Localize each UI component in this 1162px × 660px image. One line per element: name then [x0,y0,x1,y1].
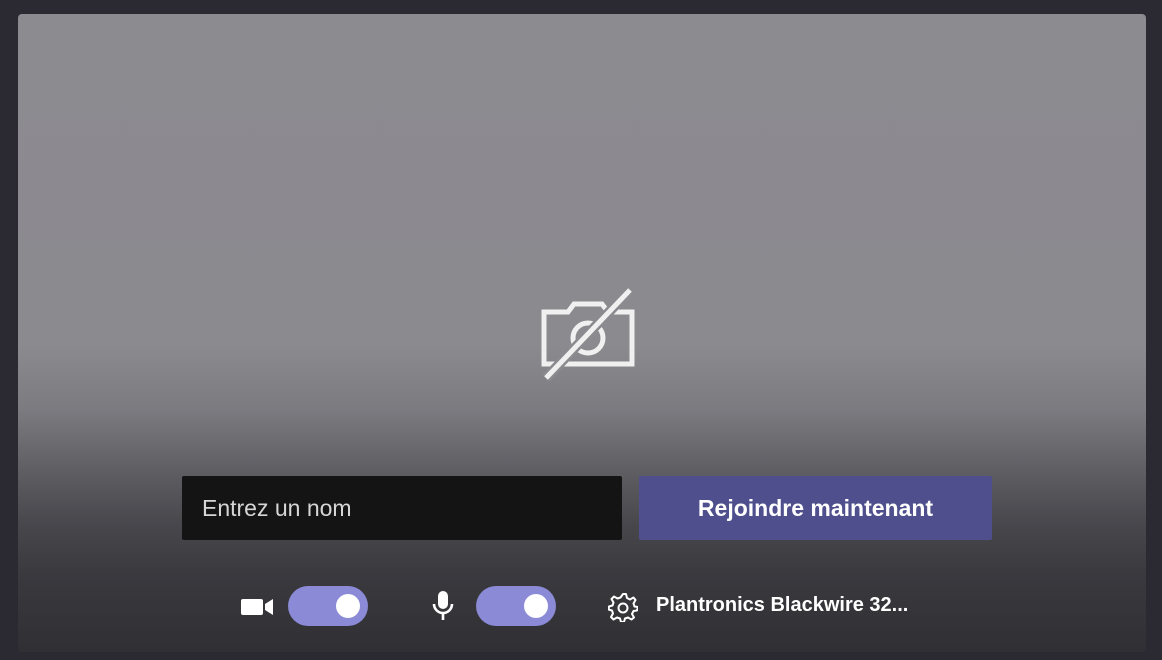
camera-toggle-knob [336,594,360,618]
gear-icon[interactable] [607,592,639,627]
camera-toggle[interactable] [288,586,368,626]
join-now-button[interactable]: Rejoindre maintenant [639,476,992,540]
camera-off-icon [538,286,638,382]
device-controls: Plantronics Blackwire 32... [18,586,1146,626]
microphone-toggle[interactable] [476,586,556,626]
audio-device-label[interactable]: Plantronics Blackwire 32... [656,594,908,617]
video-camera-icon [240,596,276,623]
microphone-icon [432,590,454,627]
name-input[interactable] [182,476,622,540]
video-preview: Rejoindre maintenant [18,14,1146,652]
microphone-toggle-knob [524,594,548,618]
pre-join-window: Rejoindre maintenant [0,0,1162,660]
